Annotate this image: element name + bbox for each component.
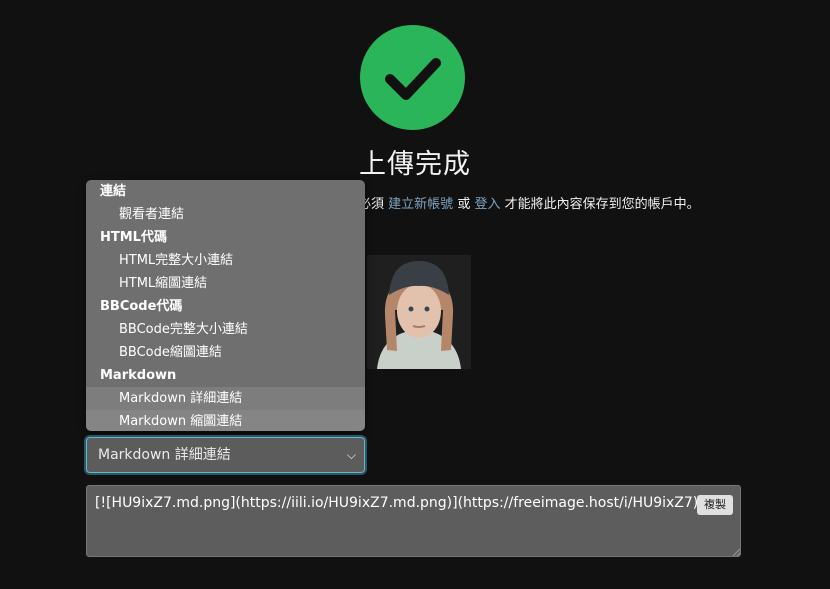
optgroup-markdown: Markdown (100, 368, 177, 383)
resize-handle-icon[interactable] (732, 548, 740, 556)
embed-code-select[interactable]: Markdown 詳細連結 ⌵ (86, 437, 365, 473)
option-markdown-thumb[interactable]: Markdown 縮圖連結 (86, 410, 365, 431)
option-markdown-full[interactable]: Markdown 詳細連結 (86, 387, 365, 410)
uploaded-image-thumbnail[interactable] (367, 255, 471, 369)
option-bbcode-full[interactable]: BBCode完整大小連結 (86, 318, 365, 341)
copy-button[interactable]: 複製 (697, 495, 733, 515)
notice-suffix: 才能將此內容保存到您的帳戶中。 (504, 197, 700, 212)
option-html-thumb[interactable]: HTML縮圖連結 (86, 272, 365, 295)
upload-complete-title: 上傳完成 (359, 149, 471, 180)
register-link[interactable]: 建立新帳號 (388, 197, 453, 212)
option-viewer-link[interactable]: 觀看者連結 (86, 203, 365, 226)
option-html-full[interactable]: HTML完整大小連結 (86, 249, 365, 272)
success-check-icon (360, 25, 465, 130)
account-notice: 必須 建立新帳號 或 登入 才能將此內容保存到您的帳戶中。 (358, 193, 700, 212)
embed-code-textarea[interactable]: [![HU9ixZ7.md.png](https://iili.io/HU9ix… (86, 485, 741, 557)
embed-code-text: [![HU9ixZ7.md.png](https://iili.io/HU9ix… (95, 495, 699, 511)
login-link[interactable]: 登入 (474, 197, 500, 212)
chevron-down-icon: ⌵ (346, 448, 356, 462)
optgroup-link: 連結 (100, 184, 127, 199)
optgroup-bbcode: BBCode代碼 (100, 299, 183, 314)
notice-or: 或 (457, 197, 471, 212)
embed-code-dropdown-list[interactable]: 連結 觀看者連結 HTML代碼 HTML完整大小連結 HTML縮圖連結 BBCo… (86, 180, 365, 431)
option-bbcode-thumb[interactable]: BBCode縮圖連結 (86, 341, 365, 364)
select-value: Markdown 詳細連結 (98, 447, 231, 463)
optgroup-html: HTML代碼 (100, 230, 167, 245)
